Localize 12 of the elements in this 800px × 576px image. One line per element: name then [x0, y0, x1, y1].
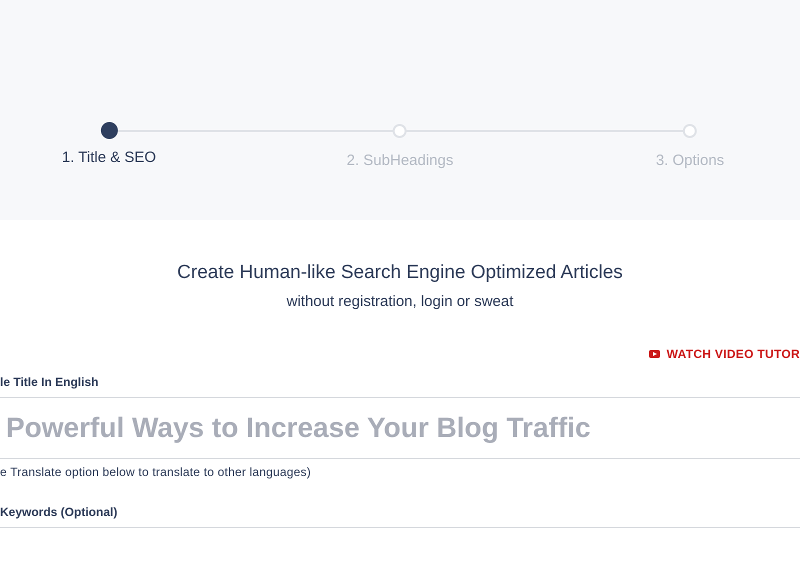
- watch-video-link[interactable]: WATCH VIDEO TUTOR: [666, 347, 800, 361]
- step-label[interactable]: 1. Title & SEO: [62, 149, 156, 166]
- page-heading: Create Human-like Search Engine Optimized Articles: [177, 262, 623, 284]
- step-dot[interactable]: [683, 124, 697, 138]
- field-label: Keywords (Optional): [0, 505, 118, 519]
- title-input[interactable]: Powerful Ways to Increase Your Blog Traffic: [0, 398, 800, 459]
- step-dot[interactable]: [100, 122, 118, 139]
- page-subheading: without registration, login or sweat: [286, 293, 514, 310]
- video-icon: [648, 350, 660, 358]
- step-dot[interactable]: [393, 124, 407, 138]
- field-label: le Title In English: [0, 375, 98, 389]
- field-hint: e Translate option below to translate to other languages): [0, 465, 312, 479]
